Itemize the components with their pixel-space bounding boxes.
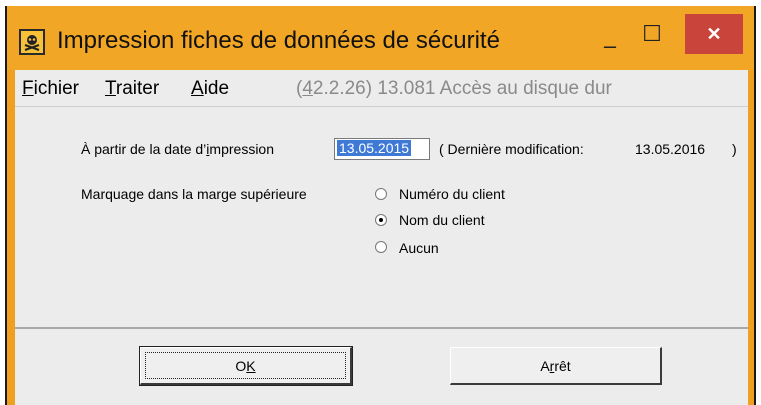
last-modification-label: ( Dernière modification: — [439, 141, 584, 157]
print-date-value: 13.05.2015 — [337, 140, 412, 156]
menu-bar: Fichier Traiter Aide (42.2.26) 13.081 Ac… — [15, 70, 748, 107]
print-date-label: À partir de la date d’impression — [81, 141, 275, 157]
last-modification-value: 13.05.2016 — [635, 141, 706, 157]
menu-file[interactable]: Fichier — [22, 78, 79, 100]
button-bar: OK Arrêt — [15, 329, 748, 405]
dialog-window: Impression fiches de données de sécurité… — [5, 6, 756, 405]
menu-help[interactable]: Aide — [191, 78, 229, 100]
marking-label: Marquage dans la marge supérieure — [81, 186, 307, 202]
form-panel: À partir de la date d’impression 13.05.2… — [15, 107, 748, 327]
hazard-skull-icon[interactable] — [19, 29, 45, 55]
ok-button[interactable]: OK — [139, 346, 353, 386]
radio-client-number[interactable] — [375, 188, 387, 200]
maximize-button[interactable]: ☐ — [632, 20, 672, 48]
radio-client-name-label[interactable]: Nom du client — [399, 212, 485, 228]
title-bar[interactable]: Impression fiches de données de sécurité… — [7, 6, 754, 70]
stop-button[interactable]: Arrêt — [450, 347, 662, 385]
radio-none[interactable] — [375, 241, 387, 253]
radio-client-name[interactable] — [375, 214, 387, 226]
focus-rect — [145, 352, 346, 379]
close-button[interactable]: ✕ — [685, 14, 743, 54]
print-date-input[interactable]: 13.05.2015 — [334, 138, 430, 160]
minimize-button[interactable]: – — [590, 32, 630, 60]
menu-process[interactable]: Traiter — [105, 78, 159, 100]
radio-none-label[interactable]: Aucun — [399, 240, 439, 256]
stop-button-label: Arrêt — [540, 357, 571, 374]
radio-client-number-label[interactable]: Numéro du client — [399, 186, 505, 202]
version-info: (42.2.26) 13.081 Accès au disque dur — [296, 78, 612, 99]
last-modification-close: ) — [732, 141, 737, 157]
window-title: Impression fiches de données de sécurité — [57, 27, 500, 54]
close-icon: ✕ — [706, 23, 722, 44]
